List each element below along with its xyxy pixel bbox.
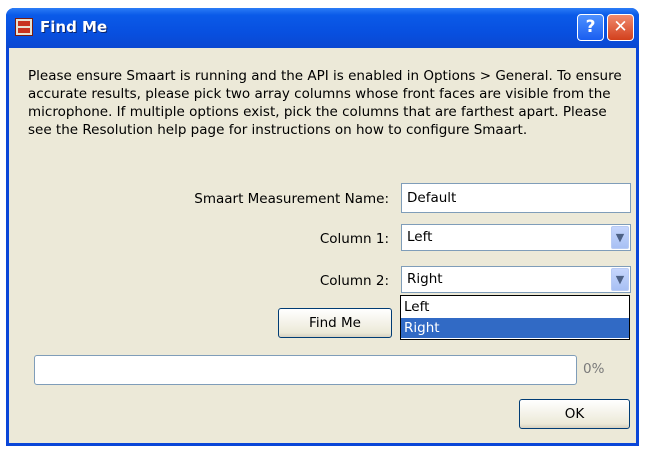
dropdown-option-left[interactable]: Left [401,297,629,317]
chevron-down-icon[interactable]: ▼ [611,268,629,291]
help-icon: ? [585,17,596,37]
find-me-dialog: Find Me ? ✕ Please ensure Smaart is runn… [6,8,639,446]
close-icon: ✕ [613,17,628,37]
title-bar[interactable]: Find Me ? ✕ [6,8,639,48]
find-me-button[interactable]: Find Me [278,308,392,338]
column2-dropdown-list: Left Right [400,295,630,340]
column2-select[interactable]: Right ▼ [401,266,631,293]
measurement-name-value: Default [407,190,457,206]
instructions-text: Please ensure Smaart is running and the … [28,68,622,138]
measurement-name-input[interactable]: Default [401,183,631,213]
dialog-body: Please ensure Smaart is running and the … [9,48,636,443]
column1-select[interactable]: Left ▼ [401,224,631,251]
chevron-down-icon[interactable]: ▼ [611,226,629,249]
help-button[interactable]: ? [577,14,604,41]
ok-button[interactable]: OK [519,399,630,429]
window-title: Find Me [40,18,108,36]
column1-value: Left [407,229,433,245]
progress-percent: 0% [583,361,605,377]
measurement-name-label: Smaart Measurement Name: [194,191,389,207]
dropdown-option-right[interactable]: Right [401,318,629,338]
close-button[interactable]: ✕ [607,14,634,41]
column1-label: Column 1: [319,231,389,247]
app-icon [15,18,33,36]
progress-bar [34,355,577,385]
column2-label: Column 2: [319,273,389,289]
column2-value: Right [407,271,443,287]
